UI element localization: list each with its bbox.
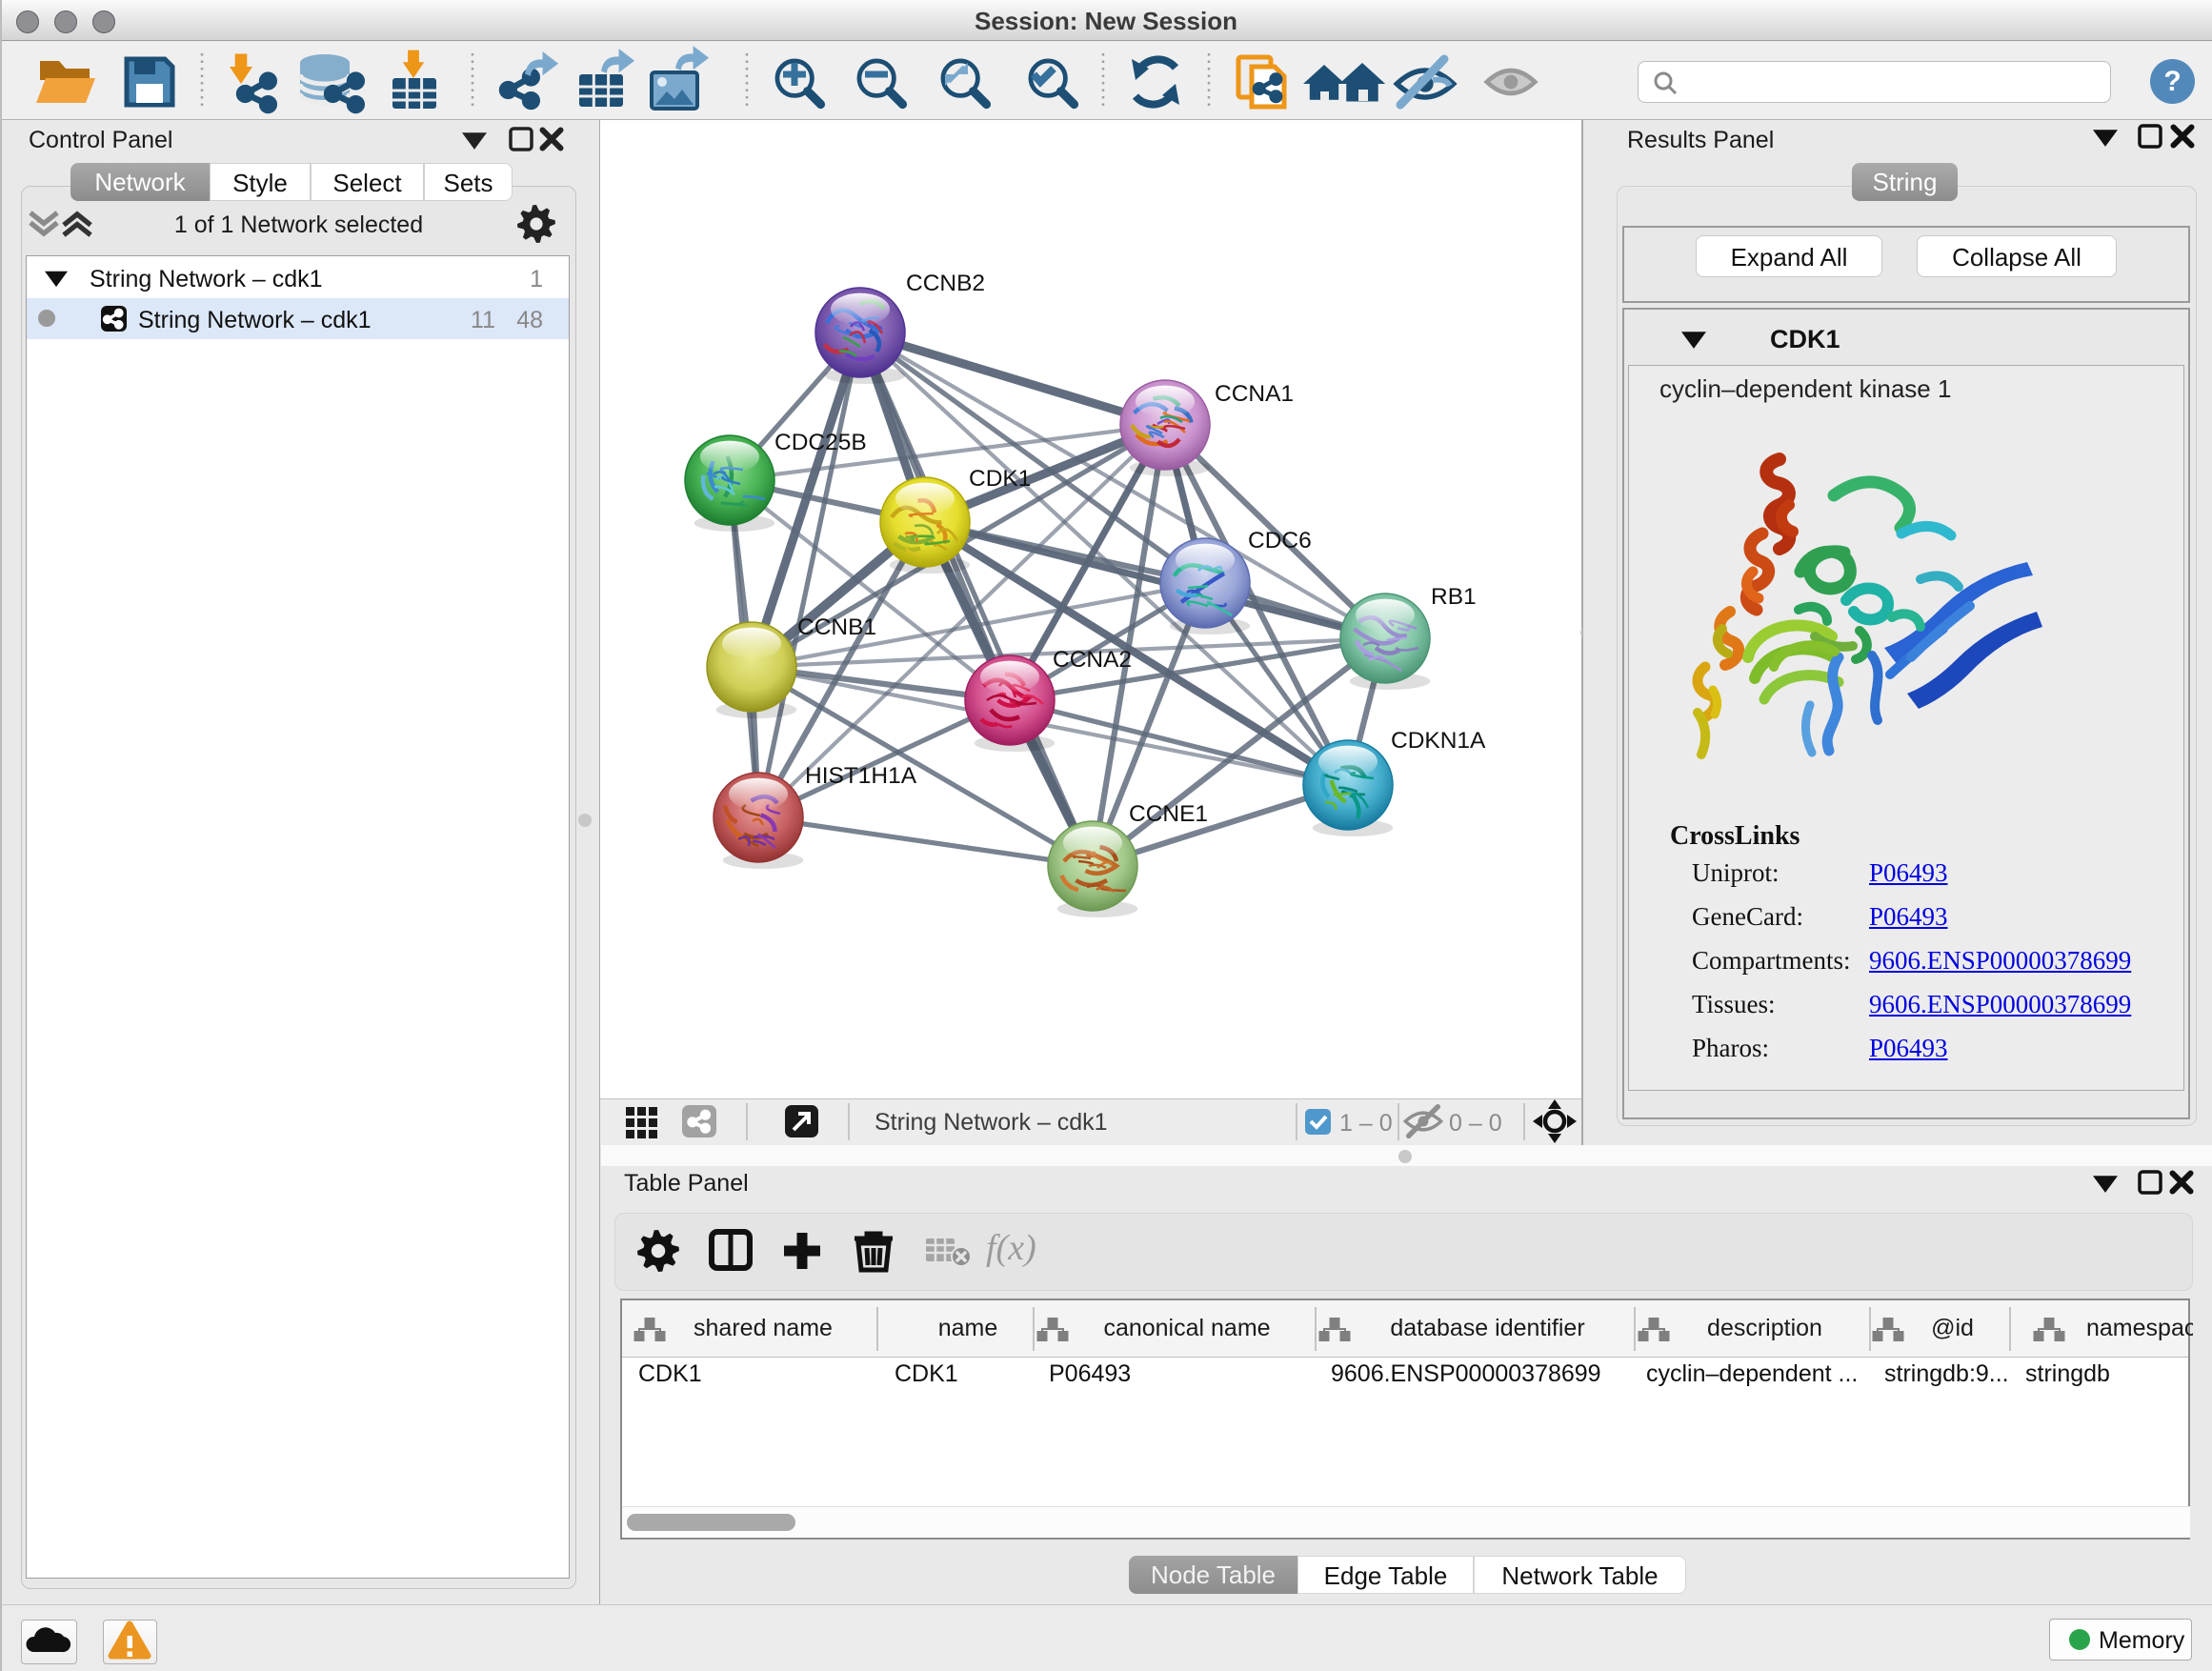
svg-text:CDC6: CDC6 — [1248, 528, 1312, 554]
svg-text:HIST1H1A: HIST1H1A — [805, 763, 917, 789]
svg-text:CDKN1A: CDKN1A — [1391, 728, 1486, 754]
svg-text:CCNE1: CCNE1 — [1129, 801, 1208, 827]
svg-text:CCNA2: CCNA2 — [1053, 647, 1132, 673]
svg-text:CCNB2: CCNB2 — [906, 271, 985, 296]
svg-text:RB1: RB1 — [1431, 584, 1477, 610]
svg-text:CDC25B: CDC25B — [774, 430, 867, 455]
svg-text:CCNA1: CCNA1 — [1215, 381, 1294, 407]
svg-text:CDK1: CDK1 — [969, 466, 1031, 492]
svg-text:CCNB1: CCNB1 — [797, 614, 876, 640]
